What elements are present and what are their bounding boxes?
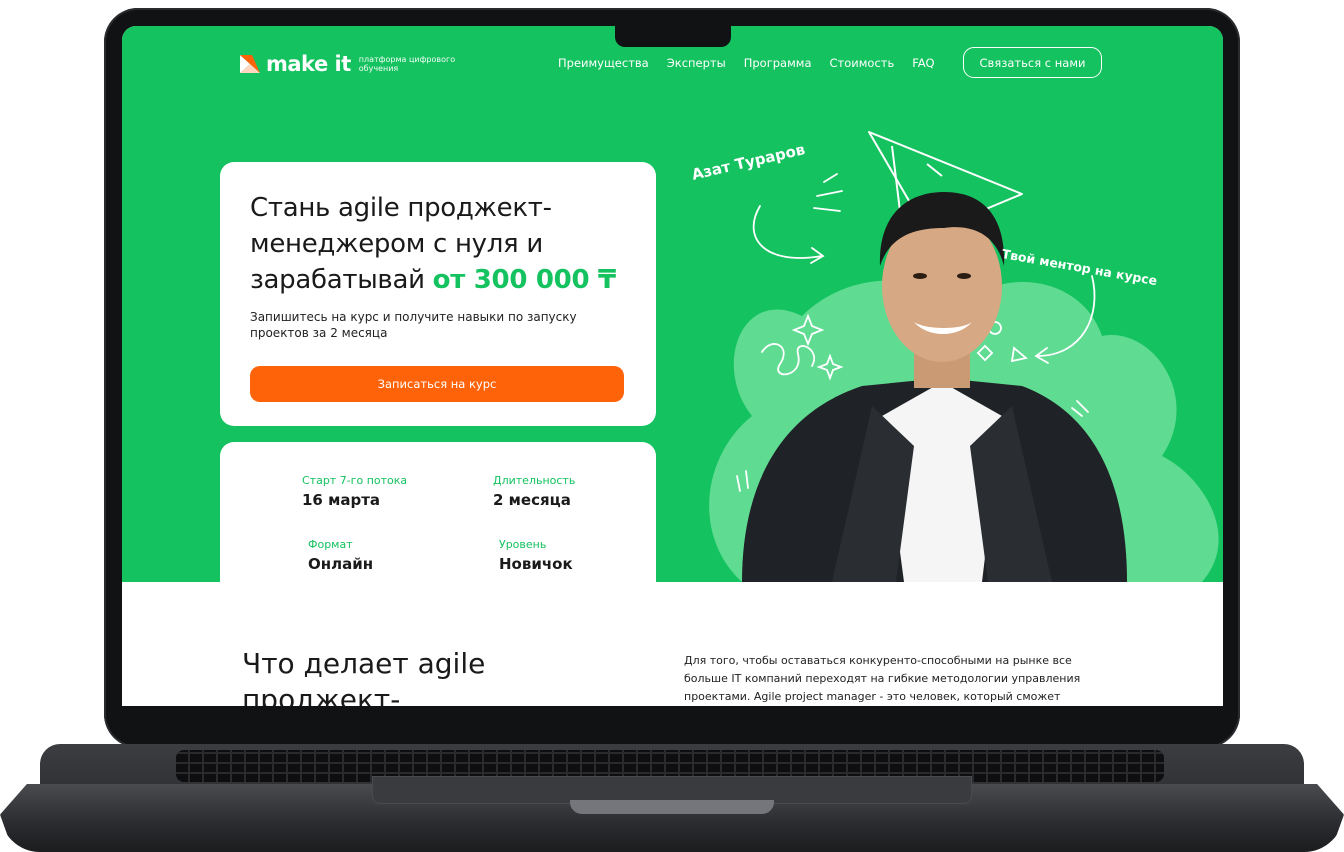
info-start-label: Старт 7-го потока (302, 474, 408, 487)
hinge-notch (570, 800, 774, 814)
contact-button[interactable]: Связаться с нами (963, 47, 1102, 78)
mentor-illustration (709, 131, 1219, 582)
camera-notch (615, 26, 731, 47)
nav-link-faq[interactable]: FAQ (912, 56, 934, 70)
info-format: Формат Онлайн (308, 538, 373, 573)
logo[interactable]: make it платформа цифрового обучения (240, 52, 469, 76)
logo-tagline: платформа цифрового обучения (358, 55, 456, 73)
info-format-value: Онлайн (308, 555, 374, 573)
hero-title-salary: от 300 000 ₸ (432, 265, 616, 295)
laptop-frame: make it платформа цифрового обучения Пре… (0, 0, 1344, 852)
hero-card: Стань agile проджект-менеджером с нуля и… (220, 162, 656, 426)
hero-title: Стань agile проджект-менеджером с нуля и… (250, 190, 640, 298)
laptop-base (0, 744, 1344, 852)
nav-link-advantages[interactable]: Преимущества (558, 56, 649, 70)
info-start: Старт 7-го потока 16 марта (302, 474, 407, 509)
info-start-value: 16 марта (302, 491, 381, 509)
nav-link-experts[interactable]: Эксперты (667, 56, 726, 70)
info-duration: Длительность 2 месяца (493, 474, 575, 509)
hero-section: make it платформа цифрового обучения Пре… (122, 26, 1223, 602)
info-level-label: Уровень (499, 538, 547, 551)
nav-link-program[interactable]: Программа (744, 56, 812, 70)
about-title: Что делает agile проджект-менеджер? (242, 647, 486, 706)
nav-links: Преимущества Эксперты Программа Стоимост… (558, 56, 935, 70)
screen: make it платформа цифрового обучения Пре… (122, 26, 1223, 706)
curved-arrow-doodle (752, 205, 823, 259)
course-info-card: Старт 7-го потока 16 марта Длительность … (220, 442, 656, 602)
info-duration-label: Длительность (493, 474, 576, 487)
logo-text: make it (266, 52, 351, 76)
logo-mark-icon (240, 55, 260, 73)
info-duration-value: 2 месяца (493, 491, 571, 509)
info-level: Уровень Новичок (499, 538, 573, 573)
nav-link-price[interactable]: Стоимость (830, 56, 895, 70)
hero-subtitle: Запишитесь на курс и получите навыки по … (250, 310, 577, 340)
info-format-label: Формат (308, 538, 353, 551)
info-level-value: Новичок (499, 555, 573, 573)
about-section: Что делает agile проджект-менеджер? Для … (122, 582, 1223, 706)
about-text: Для того, чтобы оставаться конкуренто-сп… (684, 654, 1081, 703)
enroll-button[interactable]: Записаться на курс (250, 366, 624, 402)
